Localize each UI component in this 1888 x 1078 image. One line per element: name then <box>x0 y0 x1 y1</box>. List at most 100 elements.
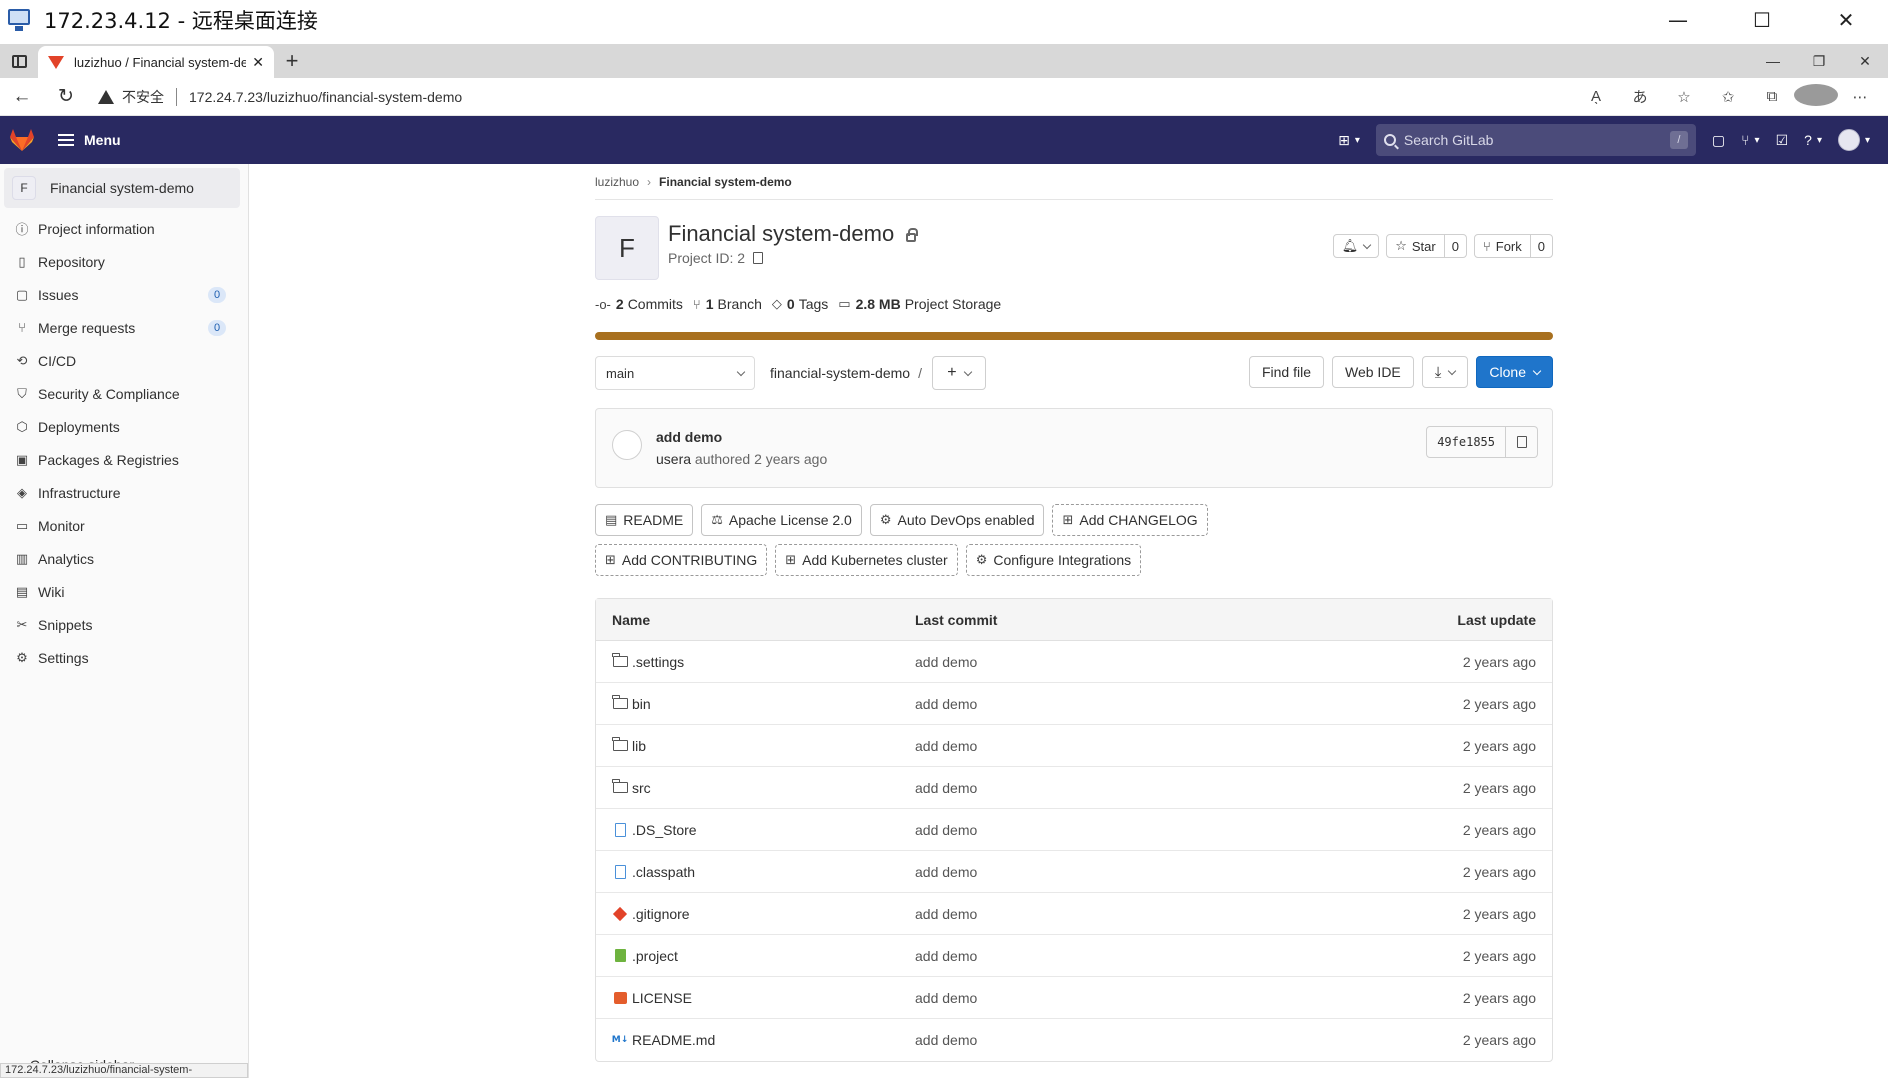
file-name-cell[interactable]: .DS_Store <box>596 822 915 838</box>
last-commit-cell[interactable]: add demo <box>915 948 1352 964</box>
file-name-cell[interactable]: lib <box>596 737 915 754</box>
favorite-star-icon[interactable]: ☆ <box>1662 88 1706 106</box>
commit-title[interactable]: add demo <box>656 429 722 445</box>
sidebar-item-wiki[interactable]: ▤ Wiki <box>0 575 248 608</box>
sidebar-item-repository[interactable]: ▯ Repository <box>0 245 248 278</box>
table-row[interactable]: src add demo 2 years ago <box>596 767 1552 809</box>
issues-nav-button[interactable]: ▢ <box>1704 116 1733 164</box>
close-button[interactable]: ✕ <box>1804 0 1888 40</box>
table-row[interactable]: .settings add demo 2 years ago <box>596 641 1552 683</box>
last-commit-cell[interactable]: add demo <box>915 696 1352 712</box>
refresh-button[interactable]: ↻ <box>44 78 88 116</box>
collections-icon[interactable]: ⧉ <box>1750 88 1794 105</box>
table-row[interactable]: .gitignore add demo 2 years ago <box>596 893 1552 935</box>
sidebar-item-packages-registries[interactable]: ▣ Packages & Registries <box>0 443 248 476</box>
star-button[interactable]: ☆ Star 0 <box>1386 234 1467 258</box>
last-commit-cell[interactable]: add demo <box>915 780 1352 796</box>
file-name-cell[interactable]: bin <box>596 695 915 712</box>
notification-dropdown[interactable]: 🔔︎ <box>1332 234 1380 258</box>
search-input[interactable]: Search GitLab / <box>1375 124 1696 156</box>
merge-requests-nav-button[interactable]: ⑂ ▾ <box>1733 116 1767 164</box>
file-name-cell[interactable]: .project <box>596 948 915 964</box>
file-name-cell[interactable]: src <box>596 779 915 796</box>
file-name[interactable]: .project <box>632 948 678 964</box>
gitlab-logo[interactable] <box>0 116 44 164</box>
file-name-cell[interactable]: .settings <box>596 653 915 670</box>
copy-project-id-icon[interactable] <box>753 252 764 264</box>
file-name[interactable]: .settings <box>632 654 684 670</box>
read-aloud-icon[interactable]: A̖ <box>1574 88 1618 105</box>
quick-link-add-changelog[interactable]: ⊞ Add CHANGELOG <box>1052 504 1208 536</box>
quick-link-configure-integrations[interactable]: ⚙ Configure Integrations <box>965 544 1142 576</box>
tab-actions-button[interactable] <box>0 44 38 78</box>
star-count[interactable]: 0 <box>1443 235 1466 257</box>
fork-count[interactable]: 0 <box>1529 235 1552 257</box>
branch-selector[interactable]: main <box>595 356 755 390</box>
translate-icon[interactable]: あ <box>1618 86 1662 107</box>
new-tab-button[interactable]: + <box>274 44 310 78</box>
sidebar-item-ci-cd[interactable]: ⟲ CI/CD <box>0 344 248 377</box>
file-name-cell[interactable]: M↓ README.md <box>596 1032 915 1048</box>
file-name[interactable]: lib <box>632 738 646 754</box>
copy-sha-button[interactable] <box>1506 426 1538 458</box>
file-name[interactable]: README.md <box>632 1032 715 1048</box>
minimize-button[interactable]: — <box>1636 0 1720 40</box>
quick-link-readme[interactable]: ▤ README <box>595 504 694 536</box>
file-name[interactable]: src <box>632 780 651 796</box>
browser-minimize-button[interactable]: — <box>1750 44 1796 78</box>
menu-button[interactable]: Menu <box>58 132 121 148</box>
last-commit-cell[interactable]: add demo <box>915 822 1352 838</box>
sidebar-item-analytics[interactable]: ▥ Analytics <box>0 542 248 575</box>
browser-close-button[interactable]: ✕ <box>1842 44 1888 78</box>
clone-dropdown[interactable]: Clone <box>1476 356 1553 388</box>
last-commit-cell[interactable]: add demo <box>915 738 1352 754</box>
file-name[interactable]: LICENSE <box>632 990 692 1006</box>
favorites-list-icon[interactable]: ✩ <box>1706 88 1750 106</box>
file-name[interactable]: bin <box>632 696 651 712</box>
table-row[interactable]: .project add demo 2 years ago <box>596 935 1552 977</box>
back-button[interactable]: ← <box>0 78 44 116</box>
table-row[interactable]: lib add demo 2 years ago <box>596 725 1552 767</box>
tab-close-icon[interactable]: ✕ <box>252 54 264 71</box>
sidebar-item-issues[interactable]: ▢ Issues 0 <box>0 278 248 311</box>
last-commit-cell[interactable]: add demo <box>915 906 1352 922</box>
quick-link-apache-license-2-0[interactable]: ⚖ Apache License 2.0 <box>701 504 862 536</box>
user-menu-dropdown[interactable]: ▾ <box>1830 116 1888 164</box>
file-name-cell[interactable]: LICENSE <box>596 990 915 1006</box>
last-commit-cell[interactable]: add demo <box>915 864 1352 880</box>
quick-link-auto-devops-enabled[interactable]: ⚙ Auto DevOps enabled <box>869 504 1045 536</box>
table-row[interactable]: bin add demo 2 years ago <box>596 683 1552 725</box>
more-options-icon[interactable]: ⋯ <box>1838 88 1882 106</box>
quick-link-add-kubernetes-cluster[interactable]: ⊞ Add Kubernetes cluster <box>775 544 958 576</box>
create-new-dropdown[interactable]: ⊞ ▾ <box>1330 116 1368 164</box>
commit-sha[interactable]: 49fe1855 <box>1426 426 1506 458</box>
sidebar-project-header[interactable]: F Financial system-demo <box>4 168 240 208</box>
sidebar-item-project-information[interactable]: ⓘ Project information <box>0 212 248 245</box>
sidebar-item-monitor[interactable]: ▭ Monitor <box>0 509 248 542</box>
sidebar-item-security-compliance[interactable]: ⛉ Security & Compliance <box>0 377 248 410</box>
web-ide-button[interactable]: Web IDE <box>1332 356 1414 388</box>
breadcrumb-owner-link[interactable]: luzizhuo <box>595 175 639 189</box>
url-field[interactable]: 不安全 172.24.7.23/luzizhuo/financial-syste… <box>98 82 1574 112</box>
find-file-button[interactable]: Find file <box>1248 356 1324 388</box>
quick-link-add-contributing[interactable]: ⊞ Add CONTRIBUTING <box>595 544 768 576</box>
sidebar-item-infrastructure[interactable]: ◈ Infrastructure <box>0 476 248 509</box>
sidebar-item-snippets[interactable]: ✂ Snippets <box>0 608 248 641</box>
last-commit-cell[interactable]: add demo <box>915 1032 1352 1048</box>
browser-tab[interactable]: luzizhuo / Financial system-demo ✕ <box>38 46 274 78</box>
table-row[interactable]: M↓ README.md add demo 2 years ago <box>596 1019 1552 1061</box>
help-dropdown[interactable]: ? ▾ <box>1796 116 1830 164</box>
last-commit-cell[interactable]: add demo <box>915 990 1352 1006</box>
last-commit-cell[interactable]: add demo <box>915 654 1352 670</box>
sidebar-item-deployments[interactable]: ⬡ Deployments <box>0 410 248 443</box>
file-name[interactable]: .gitignore <box>632 906 690 922</box>
browser-restore-button[interactable]: ❐ <box>1796 44 1842 78</box>
file-name[interactable]: .DS_Store <box>632 822 697 838</box>
table-row[interactable]: .classpath add demo 2 years ago <box>596 851 1552 893</box>
sidebar-item-settings[interactable]: ⚙ Settings <box>0 641 248 674</box>
table-row[interactable]: .DS_Store add demo 2 years ago <box>596 809 1552 851</box>
todos-nav-button[interactable]: ☑ <box>1768 116 1797 164</box>
profile-avatar[interactable] <box>1794 83 1838 110</box>
maximize-button[interactable]: ☐ <box>1720 0 1804 40</box>
commit-author-avatar[interactable] <box>612 430 642 460</box>
